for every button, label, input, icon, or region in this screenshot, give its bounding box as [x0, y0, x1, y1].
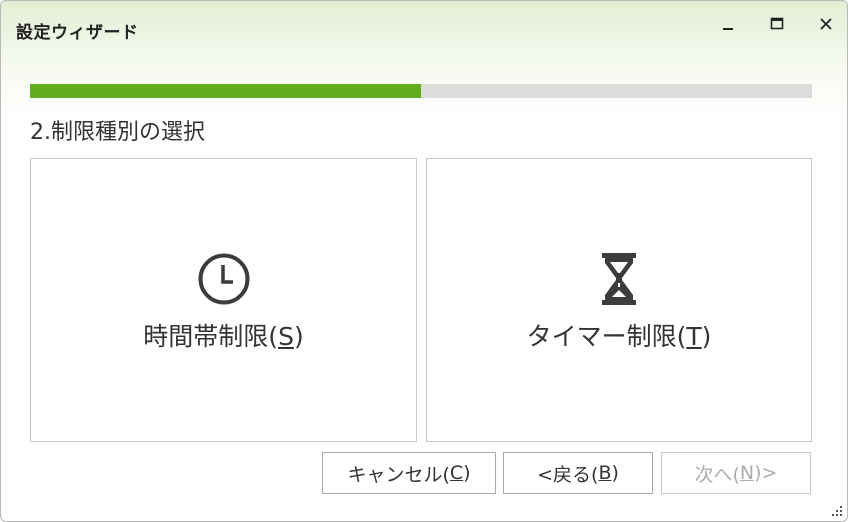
option-time-period-restriction[interactable]: 時間帯制限(S)	[30, 158, 417, 442]
option-label: タイマー制限(T)	[526, 322, 712, 351]
wizard-window: 設定ウィザード 2.制限種別の選択 時間帯制限(S) タイマー制限(T) キャン…	[0, 0, 848, 522]
close-icon	[820, 18, 832, 30]
window-title: 設定ウィザード	[16, 23, 139, 43]
title-bar[interactable]: 設定ウィザード	[1, 1, 847, 53]
hourglass-icon	[602, 253, 636, 305]
mnemonic-key: S	[278, 322, 294, 351]
next-button[interactable]: 次へ(N)>	[661, 452, 811, 494]
close-button[interactable]	[809, 11, 843, 37]
mnemonic-key: T	[686, 322, 702, 351]
progress-bar	[30, 84, 812, 98]
option-label: 時間帯制限(S)	[143, 322, 304, 351]
clock-icon	[198, 253, 249, 305]
resize-grip-icon[interactable]	[828, 502, 844, 518]
mnemonic-key: B	[598, 462, 612, 484]
maximize-icon	[770, 17, 784, 30]
back-button[interactable]: <戻る(B)	[503, 452, 653, 494]
mnemonic-key: N	[739, 462, 755, 484]
option-timer-restriction[interactable]: タイマー制限(T)	[426, 158, 812, 442]
minimize-button[interactable]	[711, 11, 745, 37]
minimize-icon	[723, 28, 733, 30]
cancel-button[interactable]: キャンセル(C)	[322, 452, 496, 494]
step-title: 2.制限種別の選択	[30, 120, 205, 145]
mnemonic-key: C	[449, 462, 464, 484]
maximize-button[interactable]	[760, 11, 794, 37]
progress-fill	[30, 84, 421, 98]
